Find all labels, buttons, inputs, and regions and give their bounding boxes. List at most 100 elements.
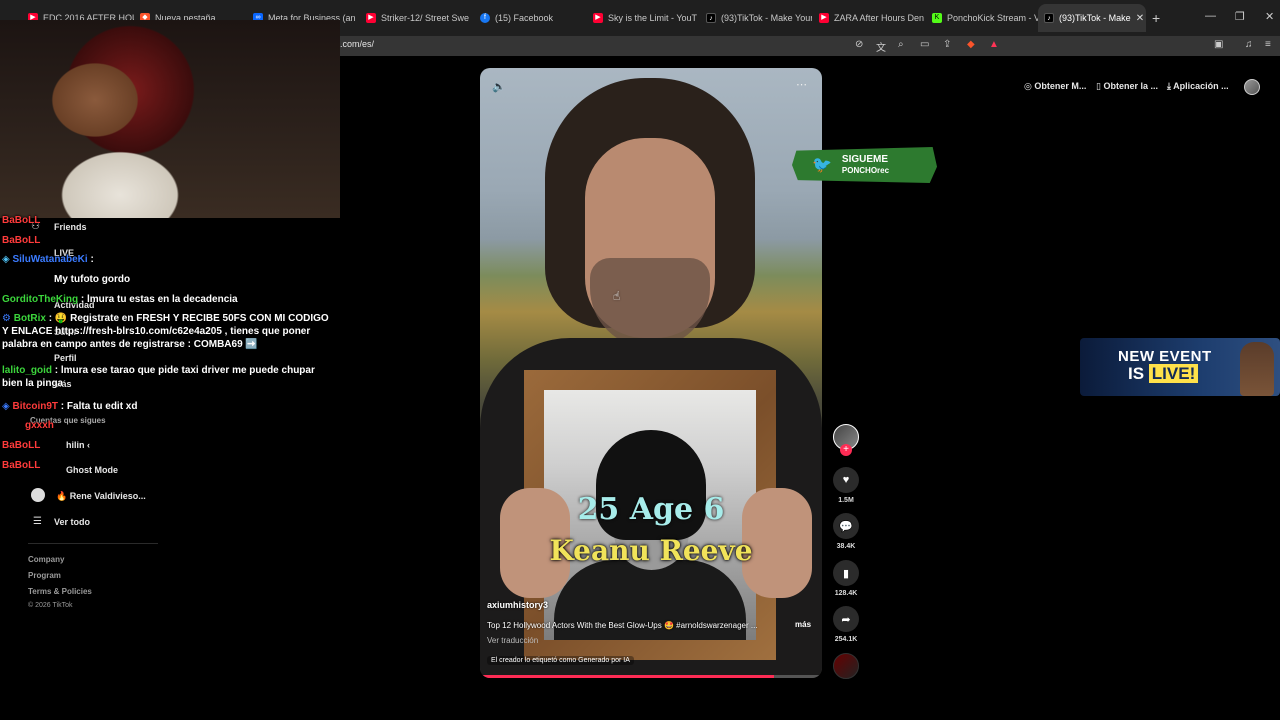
tab-label: (15) Facebook xyxy=(495,13,554,23)
like-count: 1.5M xyxy=(838,497,854,504)
minimize-icon[interactable]: — xyxy=(1205,10,1216,22)
event-title: NEW EVENT xyxy=(1118,348,1212,365)
creator-avatar-button[interactable]: + xyxy=(832,424,860,456)
footer-link-program[interactable]: Program xyxy=(28,571,61,580)
share-icon[interactable]: ⇪ xyxy=(943,39,951,50)
follow-plus-icon[interactable]: + xyxy=(840,444,852,456)
translate-icon[interactable]: 文 xyxy=(876,39,886,54)
video-progress-bar[interactable] xyxy=(480,675,822,678)
close-window-icon[interactable]: ✕ xyxy=(1265,10,1274,23)
browser-tab[interactable]: ♪ (93)TikTok - Make Your xyxy=(700,6,812,30)
sidebar-toggle-icon[interactable]: ▣ xyxy=(1214,39,1223,50)
browser-tab[interactable]: ▶ Striker-12/ Street Swe xyxy=(360,6,472,30)
more-description-button[interactable]: más xyxy=(795,620,811,629)
music-disc-icon[interactable] xyxy=(833,653,859,679)
chat-text: : xyxy=(87,254,94,265)
new-event-overlay: NEW EVENT IS LIVE! xyxy=(1080,338,1280,396)
following-account[interactable]: 🔥 Rene Valdivieso... xyxy=(56,491,146,502)
chat-username: BaBoLL xyxy=(2,440,41,451)
heart-icon[interactable]: ♥ xyxy=(833,467,859,493)
tab-label: (93)TikTok - Make xyxy=(1059,13,1131,23)
browser-tab[interactable]: K PonchoKick Stream - V xyxy=(926,6,1038,30)
facebook-icon: f xyxy=(480,13,490,23)
chat-username: lalito_goid xyxy=(2,365,52,376)
chat-text: : 🤑 Registrate en FRESH Y RECIBE 50FS CO… xyxy=(2,313,329,350)
footer-link-terms[interactable]: Terms & Policies xyxy=(28,587,92,596)
share-count: 254.1K xyxy=(834,636,858,643)
sidebar-item-perfil[interactable]: Perfil xyxy=(54,353,77,363)
copyright: © 2026 TikTok xyxy=(28,602,73,609)
tab-label: ZARA After Hours Den xyxy=(834,13,925,23)
close-tab-icon[interactable]: ✕ xyxy=(1136,13,1144,24)
get-app-label: Obtener la ... xyxy=(1103,81,1158,91)
chat-message: GorditoTheKing : lmura tu estas en la de… xyxy=(2,293,238,306)
zoom-icon[interactable]: ⌕ xyxy=(898,39,904,50)
brave-rewards-icon[interactable]: ▲ xyxy=(989,39,999,50)
chat-message: gxxxh xyxy=(25,419,54,432)
following-account[interactable]: hilin ‹ xyxy=(66,440,90,450)
badge-icon: ◈ xyxy=(2,401,13,412)
chat-username: BotRix xyxy=(13,313,46,324)
chat-username: SiluWatanabeKi xyxy=(12,254,88,265)
video-player[interactable]: 25 Age 6 Keanu Reeve 🔈 ⋯ axiumhistory3 T… xyxy=(480,68,822,678)
ai-generated-label: El creador lo etiquetó como Generado por… xyxy=(487,656,634,665)
chat-username: BaBoLL xyxy=(2,235,41,246)
sidebar-item-friends[interactable]: Friends xyxy=(54,222,87,232)
get-app-button[interactable]: ▯ Obtener la ... xyxy=(1096,81,1158,92)
event-subtitle: IS LIVE! xyxy=(1128,364,1199,384)
video-frame-beard xyxy=(590,258,710,348)
sound-disc[interactable] xyxy=(832,653,860,679)
browser-tab[interactable]: ▶ Sky is the Limit - YouT xyxy=(587,6,699,30)
get-coins-button[interactable]: ◎ Obtener M... xyxy=(1024,81,1086,92)
comment-action[interactable]: 💬 38.4K xyxy=(832,513,860,550)
get-coins-label: Obtener M... xyxy=(1034,81,1087,91)
chat-username: Bitcoin9T xyxy=(12,401,59,412)
see-all-link[interactable]: Ver todo xyxy=(54,517,90,527)
video-author[interactable]: axiumhistory3 xyxy=(487,600,548,610)
event-is: IS xyxy=(1128,364,1145,383)
comment-icon[interactable]: 💬 xyxy=(833,513,859,539)
youtube-icon: ▶ xyxy=(593,13,603,23)
avatar[interactable] xyxy=(31,488,45,502)
chat-text: : lmura tu estas en la decadencia xyxy=(78,294,238,305)
see-translation-link[interactable]: Ver traducción xyxy=(487,636,538,645)
tab-label: Striker-12/ Street Swe xyxy=(381,13,470,23)
desktop-app-button[interactable]: ⤓ Aplicación ... xyxy=(1167,81,1229,92)
cast-icon[interactable]: ▭ xyxy=(920,39,929,50)
save-count: 128.4K xyxy=(834,590,858,597)
address-bar[interactable]: .com/es/ xyxy=(340,39,374,49)
badge-icon: ◈ xyxy=(2,254,13,265)
footer-link-company[interactable]: Company xyxy=(28,555,64,564)
profile-avatar[interactable] xyxy=(1244,79,1260,95)
event-character-art xyxy=(1240,342,1274,396)
share-action[interactable]: ➦ 254.1K xyxy=(832,606,860,643)
more-options-icon[interactable]: ⋯ xyxy=(796,78,807,91)
twitter-follow-overlay: 🐦 SIGUEME PONCHOrec xyxy=(792,147,937,183)
new-tab-button[interactable]: + xyxy=(1152,10,1160,26)
share-arrow-icon[interactable]: ➦ xyxy=(833,606,859,632)
chat-username: BaBoLL xyxy=(2,460,41,471)
brave-shield-icon[interactable]: ◆ xyxy=(967,39,975,50)
event-live-badge: LIVE! xyxy=(1148,364,1199,383)
tab-label: Sky is the Limit - YouT xyxy=(608,13,698,23)
video-caption-age: 25 Age 6 xyxy=(577,492,725,527)
like-action[interactable]: ♥ 1.5M xyxy=(832,467,860,504)
browser-tab[interactable]: ▶ ZARA After Hours Den xyxy=(813,6,925,30)
chat-username: gxxxh xyxy=(25,420,54,431)
ghost-mode-item[interactable]: Ghost Mode xyxy=(66,465,118,475)
chat-message: ⚙ BotRix : 🤑 Registrate en FRESH Y RECIB… xyxy=(2,312,336,351)
chat-username: BaBoLL xyxy=(2,215,41,226)
volume-icon[interactable]: 🔈 xyxy=(492,80,506,93)
bookmark-icon[interactable]: ▮ xyxy=(833,560,859,586)
menu-icon[interactable]: ≡ xyxy=(1265,39,1271,50)
save-action[interactable]: ▮ 128.4K xyxy=(832,560,860,597)
chat-message: BaBoLL xyxy=(2,459,40,472)
media-icon[interactable]: ♫ xyxy=(1245,39,1253,50)
youtube-icon: ▶ xyxy=(819,13,829,23)
browser-tab[interactable]: f (15) Facebook xyxy=(474,6,586,30)
no-tracking-icon[interactable]: ⊘ xyxy=(855,39,863,50)
video-caption-name: Keanu Reeve xyxy=(549,534,753,567)
browser-tab-active[interactable]: ♪ (93)TikTok - Make ✕ xyxy=(1038,4,1146,32)
chat-message: BaBoLL xyxy=(2,234,40,247)
restore-icon[interactable]: ❐ xyxy=(1235,10,1245,23)
